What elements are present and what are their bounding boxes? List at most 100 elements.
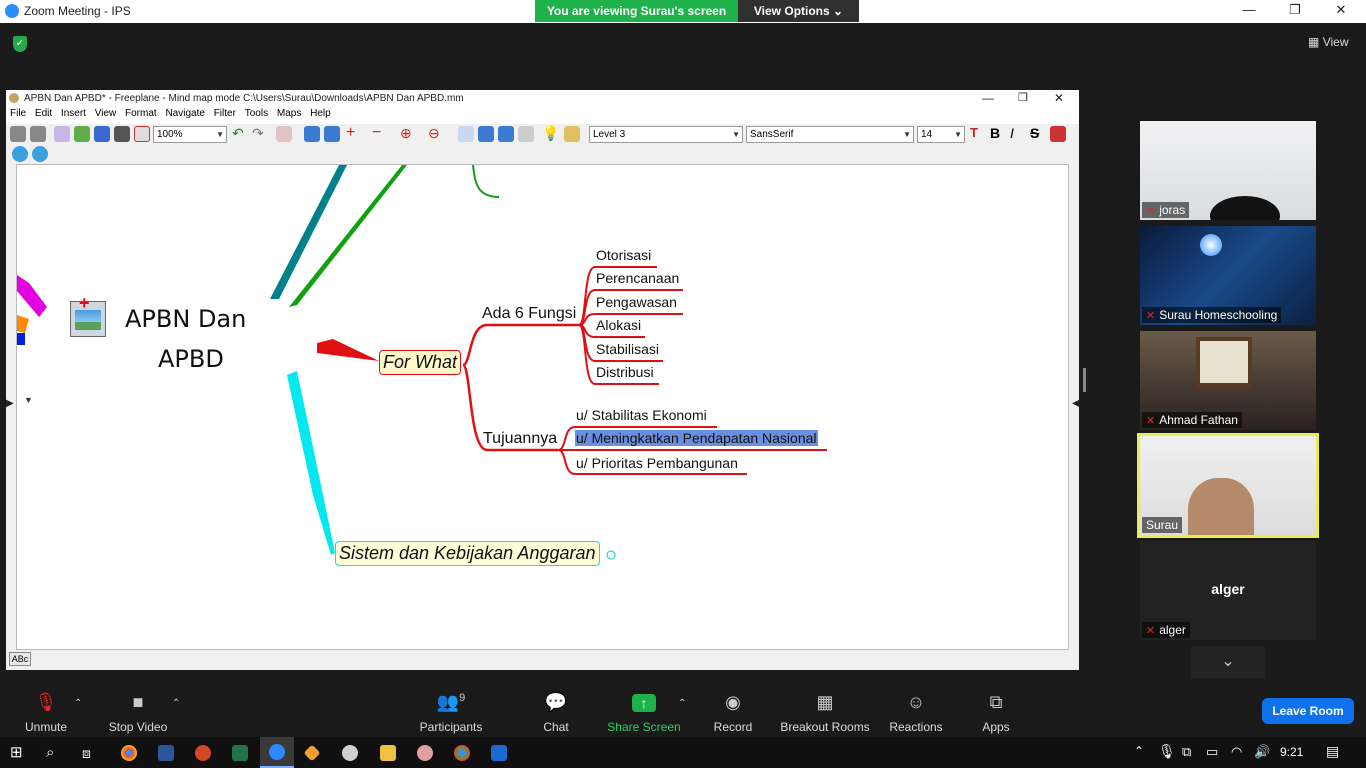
sistem-collapse-handle[interactable] — [606, 550, 616, 560]
left-scroll-arrow-icon[interactable]: ▶ — [6, 398, 14, 409]
next-map-icon[interactable] — [30, 126, 46, 142]
text-color-icon[interactable]: T — [970, 126, 986, 142]
leave-room-button[interactable]: Leave Room — [1262, 698, 1354, 724]
font-combo[interactable]: SansSerif ▼ — [746, 126, 914, 143]
menu-insert[interactable]: Insert — [61, 108, 86, 119]
filter-icon[interactable] — [518, 126, 534, 142]
previous-map-icon[interactable] — [10, 126, 26, 142]
view-button[interactable]: ▦ View — [1308, 35, 1348, 49]
participant-tile[interactable]: ✕ Surau Homeschooling — [1140, 226, 1316, 325]
fp-minimize-button[interactable]: — — [982, 91, 994, 105]
cloud-icon[interactable] — [12, 146, 28, 162]
fungsi-node[interactable]: Perencanaan — [596, 270, 679, 286]
participants-button[interactable]: 👥9 Participants — [416, 680, 486, 736]
participant-tile[interactable]: ✕ joras — [1140, 121, 1316, 220]
record-button[interactable]: ◉ Record — [710, 680, 756, 736]
app-icon[interactable] — [303, 744, 321, 762]
chrome-icon[interactable] — [454, 745, 470, 761]
menu-maps[interactable]: Maps — [277, 108, 301, 119]
strikethrough-icon[interactable]: S — [1030, 126, 1046, 142]
spellcheck-status[interactable]: ABc — [9, 652, 31, 666]
menu-file[interactable]: File — [10, 108, 26, 119]
chrome-icon[interactable] — [121, 745, 137, 761]
zoom-combo[interactable]: 100% ▼ — [153, 126, 227, 143]
chat-button[interactable]: 💬 Chat — [532, 680, 580, 736]
remove-node-icon[interactable]: − — [372, 125, 388, 142]
find-next-icon[interactable] — [478, 126, 494, 142]
hand-icon[interactable] — [564, 126, 580, 142]
right-scroll-arrow-icon[interactable]: ◀ — [1072, 398, 1080, 409]
share-screen-button[interactable]: ↑ Share Screen — [606, 680, 682, 736]
menu-tools[interactable]: Tools — [245, 108, 268, 119]
find-icon[interactable] — [458, 126, 474, 142]
battery-icon[interactable]: ▭ — [1206, 744, 1218, 760]
windows-start-icon[interactable]: ⊞ — [10, 745, 26, 761]
chevron-up-icon[interactable]: ⌃ — [678, 698, 686, 709]
wifi-icon[interactable]: ◠ — [1231, 744, 1242, 760]
level-combo[interactable]: Level 3 ▼ — [589, 126, 743, 143]
redo-icon[interactable]: ↷ — [252, 126, 268, 142]
add-node-icon[interactable]: + — [346, 125, 362, 142]
unmute-button[interactable]: 🎙 Unmute — [18, 680, 74, 736]
cloud-settings-icon[interactable] — [32, 146, 48, 162]
notification-icon[interactable]: ▤ — [1326, 743, 1339, 760]
tujuan-node[interactable]: u/ Stabilitas Ekonomi — [576, 407, 707, 423]
participant-tile-active[interactable]: Surau — [1137, 433, 1319, 538]
maximize-button[interactable]: ❐ — [1280, 2, 1310, 20]
fungsi-node[interactable]: Otorisasi — [596, 247, 651, 263]
view-options-button[interactable]: View Options ⌄ — [738, 0, 859, 22]
size-combo[interactable]: 14 ▼ — [917, 126, 965, 143]
cut-icon[interactable] — [276, 126, 292, 142]
find-prev-icon[interactable] — [498, 126, 514, 142]
unfold-icon[interactable]: ⊕ — [400, 126, 416, 142]
participant-tile[interactable]: ✕ Ahmad Fathan — [1140, 331, 1316, 430]
fp-close-button[interactable]: ✕ — [1054, 91, 1064, 105]
menu-edit[interactable]: Edit — [35, 108, 52, 119]
minimize-button[interactable]: — — [1234, 2, 1264, 20]
volume-icon[interactable]: 🔊 — [1254, 744, 1270, 760]
lightbulb-icon[interactable]: 💡 — [542, 126, 559, 142]
chevron-down-icon[interactable]: ⌄ — [1191, 646, 1265, 678]
search-icon[interactable]: ⌕ — [46, 744, 54, 761]
stop-video-button[interactable]: ■ Stop Video — [104, 680, 172, 736]
fp-restore-button[interactable]: ❐ — [1018, 91, 1028, 104]
sistem-node[interactable]: Sistem dan Kebijakan Anggaran — [335, 541, 600, 566]
chevron-up-icon[interactable]: ⌃ — [74, 698, 82, 709]
file-explorer-icon[interactable] — [380, 745, 396, 761]
excel-icon[interactable] — [232, 745, 248, 761]
menu-help[interactable]: Help — [310, 108, 331, 119]
chevron-up-icon[interactable]: ⌃ — [1134, 744, 1144, 758]
tujuan-node[interactable]: u/ Prioritas Pembangunan — [576, 455, 738, 471]
navigate-next-icon[interactable] — [324, 126, 340, 142]
fungsi-node[interactable]: Pengawasan — [596, 294, 677, 310]
collapse-arrow-icon[interactable]: ▼ — [24, 395, 33, 405]
zoom-taskbar-active[interactable] — [260, 737, 294, 768]
close-map-icon[interactable] — [134, 126, 150, 142]
chevron-up-icon[interactable]: ⌃ — [172, 698, 180, 709]
menu-format[interactable]: Format — [125, 108, 157, 119]
fold-icon[interactable]: ⊖ — [428, 126, 444, 142]
participant-tile[interactable]: alger ✕ alger — [1140, 541, 1316, 640]
tujuannya-node[interactable]: Tujuannya — [483, 430, 557, 448]
print-icon[interactable] — [114, 126, 130, 142]
root-node-line2[interactable]: APBD — [158, 345, 224, 373]
tujuan-node-selected[interactable]: u/ Meningkatkan Pendapatan Nasional — [575, 430, 818, 446]
save-icon[interactable] — [94, 126, 110, 142]
menu-view[interactable]: View — [95, 108, 117, 119]
fungsi-node[interactable]: Distribusi — [596, 364, 654, 380]
ada-fungsi-node[interactable]: Ada 6 Fungsi — [482, 305, 576, 323]
menu-filter[interactable]: Filter — [214, 108, 236, 119]
camera-icon[interactable]: ⧉ — [1182, 744, 1191, 760]
menu-navigate[interactable]: Navigate — [165, 108, 204, 119]
new-map-icon[interactable] — [54, 126, 70, 142]
navigate-prev-icon[interactable] — [304, 126, 320, 142]
freeplane-taskbar-icon[interactable] — [417, 745, 433, 761]
reactions-button[interactable]: ☺ Reactions — [888, 680, 944, 736]
root-node-line1[interactable]: APBN Dan — [125, 305, 246, 333]
apps-button[interactable]: ⧉ Apps — [976, 680, 1016, 736]
taskbar-clock[interactable]: 9:21 — [1280, 745, 1303, 759]
eraser-icon[interactable] — [1050, 126, 1066, 142]
resize-handle[interactable] — [1083, 368, 1086, 392]
for-what-node[interactable]: For What — [379, 350, 462, 375]
italic-icon[interactable]: I — [1010, 126, 1026, 142]
